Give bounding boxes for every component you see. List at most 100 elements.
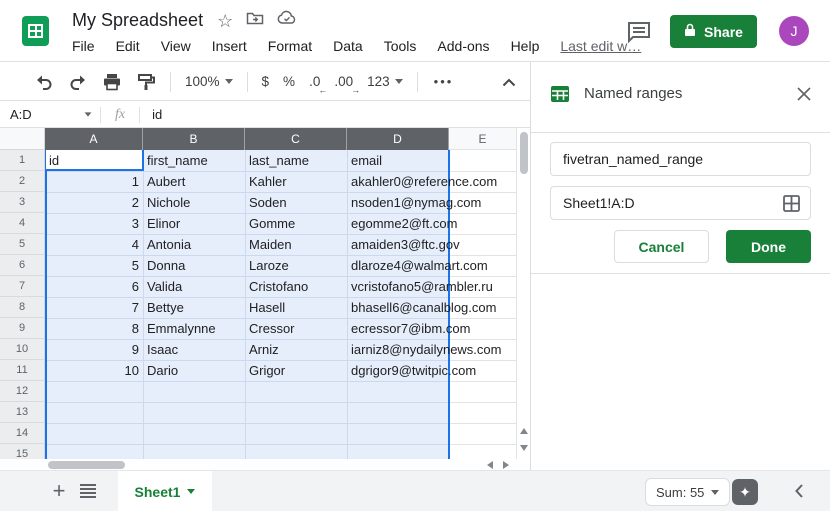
menu-data[interactable]: Data: [333, 38, 363, 54]
cell[interactable]: Gomme: [245, 213, 347, 234]
cell[interactable]: Elinor: [143, 213, 245, 234]
number-format-button[interactable]: 123: [367, 74, 403, 89]
column-header-E[interactable]: E: [449, 128, 517, 150]
horizontal-scrollbar-thumb[interactable]: [48, 461, 125, 469]
format-currency-button[interactable]: $: [262, 74, 270, 89]
row-header-13[interactable]: 13: [0, 402, 45, 423]
cell[interactable]: Maiden: [245, 234, 347, 255]
cell[interactable]: id: [45, 150, 143, 171]
paint-format-icon[interactable]: [136, 72, 156, 92]
cell[interactable]: ecressor7@ibm.com: [347, 318, 449, 339]
close-icon[interactable]: [794, 84, 814, 104]
decrease-decimal-button[interactable]: .0←: [309, 74, 320, 89]
increase-decimal-button[interactable]: .00→: [334, 74, 353, 89]
cell[interactable]: Bettye: [143, 297, 245, 318]
menu-tools[interactable]: Tools: [384, 38, 417, 54]
cell[interactable]: last_name: [245, 150, 347, 171]
cell[interactable]: amaiden3@ftc.gov: [347, 234, 449, 255]
explore-button[interactable]: ✦: [732, 479, 758, 505]
row-header-15[interactable]: 15: [0, 444, 45, 459]
star-icon[interactable]: ☆: [217, 12, 233, 30]
cell[interactable]: Soden: [245, 192, 347, 213]
cell[interactable]: 8: [45, 318, 143, 339]
name-box[interactable]: A:D: [0, 107, 100, 122]
cell[interactable]: iarniz8@nydailynews.com: [347, 339, 449, 360]
scroll-up-icon[interactable]: [520, 428, 528, 434]
column-header-C[interactable]: C: [245, 128, 347, 150]
column-header-A[interactable]: A: [45, 128, 143, 150]
cell[interactable]: Emmalynne: [143, 318, 245, 339]
select-all-corner[interactable]: [0, 128, 45, 150]
cell[interactable]: dgrigor9@twitpic.com: [347, 360, 449, 381]
cell[interactable]: Hasell: [245, 297, 347, 318]
cell[interactable]: 2: [45, 192, 143, 213]
column-header-B[interactable]: B: [143, 128, 245, 150]
cell[interactable]: Aubert: [143, 171, 245, 192]
vertical-scrollbar[interactable]: [518, 128, 530, 459]
cell[interactable]: Nichole: [143, 192, 245, 213]
cell[interactable]: egomme2@ft.com: [347, 213, 449, 234]
cell[interactable]: 7: [45, 297, 143, 318]
row-header-12[interactable]: 12: [0, 381, 45, 402]
sheet-tab-sheet1[interactable]: Sheet1: [118, 471, 212, 511]
scroll-down-icon[interactable]: [520, 445, 528, 451]
document-title[interactable]: My Spreadsheet: [72, 10, 203, 31]
vertical-scrollbar-thumb[interactable]: [520, 132, 528, 174]
cell[interactable]: Antonia: [143, 234, 245, 255]
avatar[interactable]: J: [779, 16, 809, 46]
cell[interactable]: 9: [45, 339, 143, 360]
select-data-range-icon[interactable]: [783, 195, 800, 217]
print-icon[interactable]: [102, 72, 122, 92]
cell[interactable]: Arniz: [245, 339, 347, 360]
cell[interactable]: Grigor: [245, 360, 347, 381]
cell[interactable]: first_name: [143, 150, 245, 171]
add-sheet-button[interactable]: +: [46, 478, 72, 504]
cell[interactable]: Cressor: [245, 318, 347, 339]
cell[interactable]: vcristofano5@rambler.ru: [347, 276, 449, 297]
move-folder-icon[interactable]: [246, 10, 264, 31]
column-header-D[interactable]: D: [347, 128, 449, 150]
cell[interactable]: 4: [45, 234, 143, 255]
range-name-input[interactable]: [550, 142, 811, 176]
range-reference-input[interactable]: [550, 186, 811, 220]
all-sheets-menu-icon[interactable]: [80, 484, 96, 498]
cell[interactable]: 6: [45, 276, 143, 297]
cell[interactable]: 5: [45, 255, 143, 276]
scroll-left-icon[interactable]: [487, 461, 493, 469]
cell[interactable]: Dario: [143, 360, 245, 381]
cell[interactable]: bhasell6@canalblog.com: [347, 297, 449, 318]
cell[interactable]: Donna: [143, 255, 245, 276]
done-button[interactable]: Done: [726, 230, 811, 263]
menu-edit[interactable]: Edit: [116, 38, 140, 54]
sum-indicator[interactable]: Sum: 55: [645, 478, 730, 506]
menu-insert[interactable]: Insert: [212, 38, 247, 54]
cell[interactable]: Cristofano: [245, 276, 347, 297]
sheets-logo-icon[interactable]: [22, 16, 49, 46]
more-toolbar-button[interactable]: •••: [434, 74, 454, 89]
share-button[interactable]: Share: [670, 15, 757, 48]
cell[interactable]: Kahler: [245, 171, 347, 192]
menu-view[interactable]: View: [161, 38, 191, 54]
comments-icon[interactable]: [626, 19, 652, 45]
undo-icon[interactable]: [34, 72, 54, 92]
menu-format[interactable]: Format: [268, 38, 312, 54]
cell[interactable]: 10: [45, 360, 143, 381]
hide-menus-icon[interactable]: [502, 74, 516, 90]
menu-help[interactable]: Help: [511, 38, 540, 54]
cell[interactable]: nsoden1@nymag.com: [347, 192, 449, 213]
cell[interactable]: akahler0@reference.com: [347, 171, 449, 192]
cell[interactable]: 1: [45, 171, 143, 192]
chevron-left-icon[interactable]: [794, 483, 804, 504]
cell[interactable]: 3: [45, 213, 143, 234]
formula-input[interactable]: id: [140, 107, 162, 122]
menu-add-ons[interactable]: Add-ons: [437, 38, 489, 54]
format-percent-button[interactable]: %: [283, 74, 295, 89]
menu-file[interactable]: File: [72, 38, 95, 54]
cell[interactable]: Isaac: [143, 339, 245, 360]
cell[interactable]: dlaroze4@walmart.com: [347, 255, 449, 276]
horizontal-scrollbar[interactable]: [0, 459, 530, 470]
cancel-button[interactable]: Cancel: [614, 230, 709, 263]
scroll-right-icon[interactable]: [503, 461, 509, 469]
cell[interactable]: Valida: [143, 276, 245, 297]
row-header-14[interactable]: 14: [0, 423, 45, 444]
